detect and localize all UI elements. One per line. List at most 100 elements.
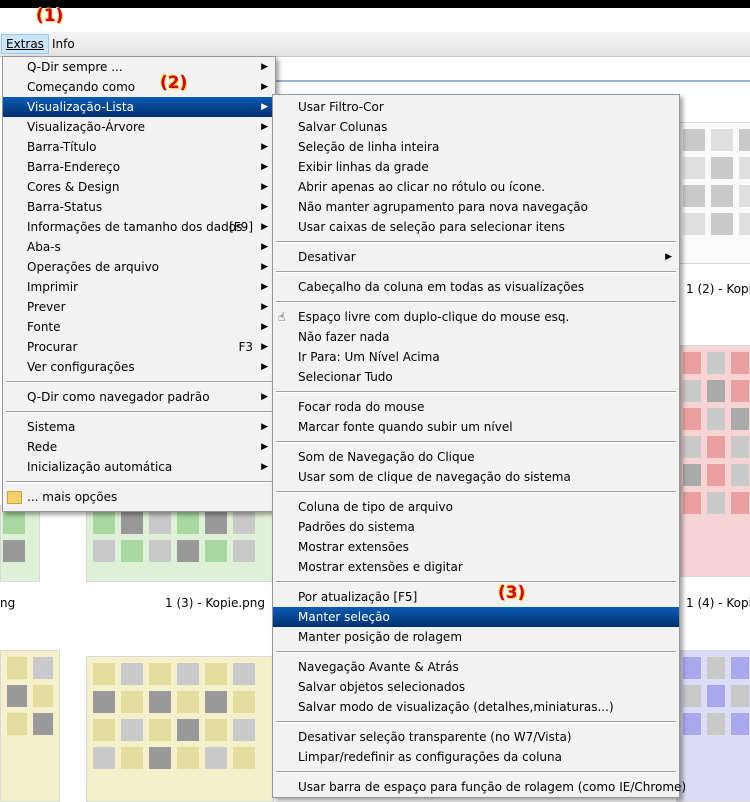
- menu-item-navegacao-avante-atras[interactable]: Navegação Avante & Atrás: [273, 657, 679, 677]
- menu-separator: [273, 267, 679, 277]
- menu-item-som-navegacao[interactable]: Som de Navegação do Clique: [273, 447, 679, 467]
- menu-item-selecao-linha-inteira[interactable]: Seleção de linha inteira: [273, 137, 679, 157]
- thumbnail-image: [3, 512, 25, 562]
- thumbnail[interactable]: [676, 650, 750, 802]
- menu-item-selecionar-tudo[interactable]: Selecionar Tudo: [273, 367, 679, 387]
- thumbnail[interactable]: [86, 656, 274, 802]
- menu-item-abas[interactable]: Aba-s ▶: [3, 237, 275, 257]
- menu-item-barra-status[interactable]: Barra-Status ▶: [3, 197, 275, 217]
- menu-item-cores-design[interactable]: Cores & Design ▶: [3, 177, 275, 197]
- menu-info[interactable]: Info: [48, 35, 79, 53]
- menu-item-label: Fonte: [27, 320, 61, 334]
- submenu-arrow-icon: ▶: [261, 322, 268, 332]
- thumbnail[interactable]: [676, 345, 750, 577]
- thumbnail[interactable]: [676, 122, 750, 264]
- menu-item-barra-espaco-rolagem[interactable]: Usar barra de espaço para função de rola…: [273, 777, 686, 797]
- menu-item-salvar-colunas[interactable]: Salvar Colunas: [273, 117, 679, 137]
- menu-item-salvar-objetos-selecionados[interactable]: Salvar objetos selecionados: [273, 677, 679, 697]
- menu-item-label: ... mais opções: [27, 490, 118, 504]
- menu-item-label: Usar som de clique de navegação do siste…: [298, 470, 571, 484]
- menu-bar: Extras Info: [0, 32, 750, 57]
- menu-item-navegador-padrao[interactable]: Q-Dir como navegador padrão ▶: [3, 387, 275, 407]
- submenu-arrow-icon: ▶: [261, 262, 268, 272]
- menu-item-ver-configuracoes[interactable]: Ver configurações ▶: [3, 357, 275, 377]
- menu-item-label: Começando como: [27, 80, 136, 94]
- menu-item-focar-roda-mouse[interactable]: Focar roda do mouse: [273, 397, 679, 417]
- menu-item-procurar[interactable]: Procurar F3 ▶: [3, 337, 275, 357]
- menu-item-mostrar-extensoes[interactable]: Mostrar extensões: [273, 537, 679, 557]
- menu-item-imprimir[interactable]: Imprimir ▶: [3, 277, 275, 297]
- menu-item-barra-endereco[interactable]: Barra-Endereço ▶: [3, 157, 275, 177]
- menu-item-barra-titulo[interactable]: Barra-Título ▶: [3, 137, 275, 157]
- menu-item-label: Barra-Status: [27, 200, 103, 214]
- menu-item-label: Desativar seleção transparente (no W7/Vi…: [298, 730, 572, 744]
- menu-separator: [273, 647, 679, 657]
- menu-item-padroes-sistema[interactable]: Padrões do sistema: [273, 517, 679, 537]
- menu-separator: [3, 377, 275, 387]
- menu-item-operacoes-arquivo[interactable]: Operações de arquivo ▶: [3, 257, 275, 277]
- hand-pointer-icon: ☝: [278, 310, 286, 324]
- menu-item-cabecalho-coluna[interactable]: Cabeçalho da coluna em todas as visualiz…: [273, 277, 679, 297]
- menu-item-q-dir-sempre[interactable]: Q-Dir sempre ... ▶: [3, 57, 275, 77]
- menu-item-ir-para-nivel-acima[interactable]: Ir Para: Um Nível Acima: [273, 347, 679, 367]
- menu-item-visualizacao-arvore[interactable]: Visualização-Árvore ▶: [3, 117, 275, 137]
- menu-item-por-atualizacao[interactable]: Por atualização [F5]: [273, 587, 679, 607]
- submenu-arrow-icon: ▶: [261, 362, 268, 372]
- thumbnail-image: [683, 352, 749, 514]
- submenu-arrow-icon: ▶: [261, 392, 268, 402]
- menu-item-espaco-livre-duplo-clique[interactable]: ☝ Espaço livre com duplo-clique do mouse …: [273, 307, 679, 327]
- menu-item-sistema[interactable]: Sistema ▶: [3, 417, 275, 437]
- menu-item-comecando-como[interactable]: Começando como ▶: [3, 77, 275, 97]
- menu-item-label: Ir Para: Um Nível Acima: [298, 350, 440, 364]
- menu-item-coluna-tipo-arquivo[interactable]: Coluna de tipo de arquivo: [273, 497, 679, 517]
- menu-item-usar-som-sistema[interactable]: Usar som de clique de navegação do siste…: [273, 467, 679, 487]
- menu-item-informacoes-tamanho[interactable]: Informações de tamanho dos dados [F9] ▶: [3, 217, 275, 237]
- menu-item-exibir-linhas-grade[interactable]: Exibir linhas da grade: [273, 157, 679, 177]
- menu-item-label: Procurar: [27, 340, 78, 354]
- menu-item-nao-manter-agrupamento[interactable]: Não manter agrupamento para nova navegaç…: [273, 197, 679, 217]
- menu-item-limpar-redefinir-colunas[interactable]: Limpar/redefinir as configurações da col…: [273, 747, 679, 767]
- submenu-arrow-icon: ▶: [261, 422, 268, 432]
- menu-item-usar-caixas-selecao[interactable]: Usar caixas de seleção para selecionar i…: [273, 217, 679, 237]
- menu-item-mais-opcoes[interactable]: ... mais opções: [3, 487, 275, 507]
- submenu-arrow-icon: ▶: [261, 462, 268, 472]
- menu-extras[interactable]: Extras: [1, 34, 49, 54]
- menu-item-label: Não fazer nada: [298, 330, 390, 344]
- thumbnail[interactable]: [0, 505, 40, 582]
- menu-item-nao-fazer-nada[interactable]: Não fazer nada: [273, 327, 679, 347]
- menu-item-label: Limpar/redefinir as configurações da col…: [298, 750, 562, 764]
- menu-item-manter-selecao[interactable]: Manter seleção: [273, 607, 679, 627]
- thumbnail[interactable]: [0, 650, 60, 802]
- menu-item-inicializacao[interactable]: Inicialização automática ▶: [3, 457, 275, 477]
- menu-item-label: Manter posição de rolagem: [298, 630, 463, 644]
- file-caption[interactable]: 1 (4) - Kopie: [686, 596, 750, 610]
- submenu-arrow-icon: ▶: [261, 122, 268, 132]
- extras-menu: Q-Dir sempre ... ▶ Começando como ▶ Visual…: [2, 56, 276, 512]
- file-caption[interactable]: ng: [0, 596, 15, 610]
- menu-item-desativar[interactable]: Desativar ▶: [273, 247, 679, 267]
- menu-item-label: Salvar objetos selecionados: [298, 680, 466, 694]
- menu-item-marcar-fonte[interactable]: Marcar fonte quando subir um nível: [273, 417, 679, 437]
- menu-separator: [273, 297, 679, 307]
- file-caption[interactable]: 1 (2) - Kopie: [686, 282, 750, 296]
- menu-item-visualizacao-lista[interactable]: Visualização-Lista ▶: [3, 97, 275, 117]
- menu-item-label: Selecionar Tudo: [298, 370, 393, 384]
- menu-item-rede[interactable]: Rede ▶: [3, 437, 275, 457]
- menu-item-salvar-modo-visualizacao[interactable]: Salvar modo de visualização (detalhes,mi…: [273, 697, 679, 717]
- menu-item-label: Q-Dir como navegador padrão: [27, 390, 210, 404]
- menu-item-usar-filtro-cor[interactable]: Usar Filtro-Cor: [273, 97, 679, 117]
- menu-item-prever[interactable]: Prever ▶: [3, 297, 275, 317]
- menu-item-label: Seleção de linha inteira: [298, 140, 440, 154]
- menu-item-mostrar-extensoes-digitar[interactable]: Mostrar extensões e digitar: [273, 557, 679, 577]
- menu-item-label: Q-Dir sempre ...: [27, 60, 123, 74]
- menu-item-desativar-selecao-transparente[interactable]: Desativar seleção transparente (no W7/Vi…: [273, 727, 679, 747]
- menu-separator: [273, 767, 679, 777]
- address-bar[interactable]: [270, 58, 750, 82]
- thumbnail[interactable]: [86, 505, 274, 582]
- file-caption[interactable]: 1 (3) - Kopie.png: [165, 596, 265, 610]
- menu-item-label: Mostrar extensões: [298, 540, 409, 554]
- menu-item-abrir-apenas-clicar[interactable]: Abrir apenas ao clicar no rótulo ou ícon…: [273, 177, 679, 197]
- menu-item-label: Prever: [27, 300, 66, 314]
- menu-item-manter-posicao-rolagem[interactable]: Manter posição de rolagem: [273, 627, 679, 647]
- menu-item-fonte[interactable]: Fonte ▶: [3, 317, 275, 337]
